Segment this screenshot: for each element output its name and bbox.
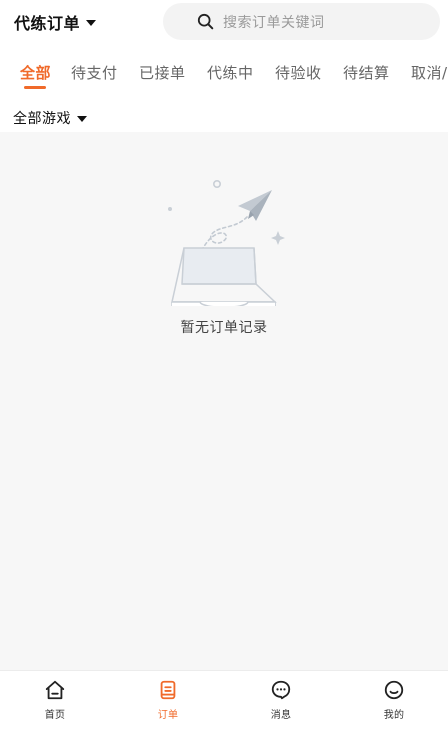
- order-icon: [160, 680, 176, 700]
- caret-down-icon: [77, 116, 87, 122]
- game-filter-label: 全部游戏: [13, 111, 71, 127]
- order-status-tabs: 全部 待支付 已接单 代练中 待验收 待结算 取消/: [0, 56, 448, 96]
- tabbar-item-messages[interactable]: 消息: [251, 679, 311, 725]
- header: 代练订单 搜索订单关键词: [0, 0, 448, 44]
- top-panel: 代练订单 搜索订单关键词 全部 待支付 已接单 代练中 待验收 待结算 取消/ …: [0, 0, 448, 132]
- tabbar-label-messages: 消息: [270, 710, 292, 721]
- order-type-label: 代练订单: [14, 14, 81, 33]
- caret-down-icon: [86, 20, 97, 26]
- profile-icon: [384, 680, 404, 700]
- home-icon: [45, 680, 65, 700]
- order-type-dropdown[interactable]: 代练订单: [14, 10, 97, 34]
- empty-box-paper-plane-icon: [168, 180, 285, 306]
- active-tab-indicator: [24, 86, 46, 89]
- tab-cancelled[interactable]: 取消/: [411, 62, 448, 83]
- game-filter-dropdown[interactable]: 全部游戏: [13, 108, 87, 128]
- tab-pending-payment[interactable]: 待支付: [71, 62, 118, 83]
- search-icon: [197, 13, 214, 30]
- empty-state: 暂无订单记录: [0, 132, 448, 670]
- tab-in-progress[interactable]: 代练中: [207, 62, 254, 83]
- tabbar-label-home: 首页: [44, 710, 66, 721]
- tabbar-label-profile: 我的: [383, 710, 405, 721]
- tab-accepted[interactable]: 已接单: [139, 62, 186, 83]
- tabbar-item-profile[interactable]: 我的: [364, 679, 424, 725]
- tab-pending-settlement[interactable]: 待结算: [343, 62, 390, 83]
- search-placeholder: 搜索订单关键词: [223, 14, 325, 31]
- bottom-tab-bar: 首页 订单 消息 我的: [0, 670, 448, 729]
- tab-all[interactable]: 全部: [20, 62, 51, 83]
- tabbar-item-orders[interactable]: 订单: [138, 679, 198, 725]
- message-icon: [271, 680, 291, 700]
- empty-state-text: 暂无订单记录: [180, 320, 268, 336]
- tabbar-label-orders: 订单: [157, 710, 179, 721]
- search-bar[interactable]: 搜索订单关键词: [163, 3, 440, 40]
- tabbar-item-home[interactable]: 首页: [25, 679, 85, 725]
- tab-pending-acceptance[interactable]: 待验收: [275, 62, 322, 83]
